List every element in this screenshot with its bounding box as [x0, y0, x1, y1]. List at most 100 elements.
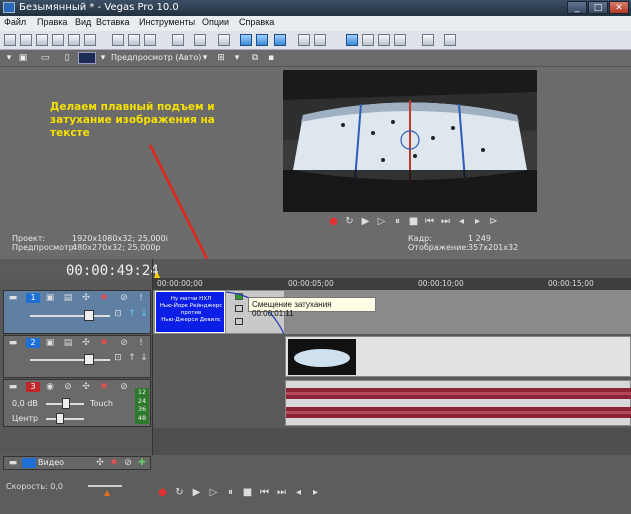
gear-icon[interactable]: ✹ [98, 293, 110, 303]
next-frame-icon[interactable]: ▸ [472, 216, 483, 227]
preview-fx-icon[interactable] [78, 52, 96, 64]
prev-frame-icon[interactable]: ◂ [456, 216, 467, 227]
track-fx-icon[interactable]: ✣ [80, 338, 92, 348]
playhead-marker-icon[interactable]: ▲ [154, 270, 160, 279]
bottom-stop-icon[interactable]: ■ [242, 487, 253, 498]
compositing-icon[interactable]: ▤ [62, 293, 74, 303]
level-slider-thumb[interactable] [84, 310, 94, 321]
track-motion-icon[interactable]: ▣ [44, 338, 56, 348]
volume-slider-thumb[interactable] [62, 398, 70, 409]
help-icon[interactable] [444, 34, 456, 46]
invert-phase-icon[interactable]: ⊘ [62, 382, 74, 392]
track-header-3[interactable]: ▬ 3 ◉ ⊘ ✣ ✹ ⊘ 0,0 dB Touch Центр 12 24 3… [3, 379, 151, 427]
pan-slider[interactable] [46, 418, 84, 420]
save-snapshot-icon[interactable]: ▪ [266, 53, 276, 63]
play-icon[interactable]: ▷ [376, 216, 387, 227]
bus-fx-icon[interactable]: ✣ [94, 458, 106, 468]
go-to-end-icon[interactable]: ⏭ [440, 216, 451, 227]
split-screen-icon[interactable]: ▯ [62, 53, 72, 63]
maximize-button[interactable]: □ [588, 1, 608, 14]
menu-edit[interactable]: Правка [37, 17, 67, 27]
track-fx-icon[interactable]: ✣ [80, 293, 92, 303]
next-marker-icon[interactable]: ⊳ [488, 216, 499, 227]
bus-solo-icon[interactable]: ✚ [136, 458, 148, 468]
mute-icon[interactable]: ⊘ [118, 293, 130, 303]
speed-slider-marker-icon[interactable]: ▲ [104, 488, 110, 497]
track-collapse-icon[interactable]: ▬ [7, 382, 19, 392]
arm-record-icon[interactable]: ◉ [44, 382, 56, 392]
preview-quality-chevron-icon[interactable]: ▾ [200, 53, 210, 63]
history-icon[interactable] [218, 34, 230, 46]
pause-icon[interactable]: ⏸ [392, 216, 403, 227]
track-fx-icon[interactable]: ✣ [80, 382, 92, 392]
normal-edit-tool-icon[interactable] [346, 34, 358, 46]
record-icon[interactable]: ● [328, 216, 339, 227]
zoom-tool-icon[interactable] [394, 34, 406, 46]
redo-icon[interactable] [194, 34, 206, 46]
bottom-go-to-start-icon[interactable]: ⏮ [259, 487, 270, 498]
open-icon[interactable] [20, 34, 32, 46]
parent-icon[interactable]: ⊡ [112, 353, 124, 363]
split-icon[interactable] [422, 34, 434, 46]
close-button[interactable]: ✕ [609, 1, 629, 14]
pin-icon[interactable]: ▾ [4, 53, 14, 63]
title-clip[interactable]: Ну матчи НХЛ Нью-Йорк Рейнджерс против Н… [155, 291, 225, 333]
new-icon[interactable] [4, 34, 16, 46]
make-compositing-child-icon[interactable]: ↑ [126, 309, 138, 319]
speed-slider[interactable] [88, 485, 122, 487]
paste-icon[interactable] [144, 34, 156, 46]
bottom-next-frame-icon[interactable]: ▸ [310, 487, 321, 498]
bottom-loop-icon[interactable]: ↻ [174, 487, 185, 498]
audio-clip[interactable] [285, 380, 631, 426]
external-monitor-icon[interactable]: ▭ [40, 53, 50, 63]
bottom-record-icon[interactable]: ● [157, 487, 168, 498]
ignore-grouping-icon[interactable] [314, 34, 326, 46]
track-collapse-icon[interactable]: ▬ [7, 293, 19, 303]
track-header-1[interactable]: ▬ 1 ▣ ▤ ✣ ✹ ⊘ ! ⊡ ↑ ↓ [3, 290, 151, 334]
track-level-slider[interactable] [30, 359, 110, 361]
ripple-edit-icon[interactable] [274, 34, 286, 46]
mute-icon[interactable]: ⊘ [118, 382, 130, 392]
track-collapse-icon[interactable]: ▬ [7, 338, 19, 348]
preview-quality-dropdown-icon[interactable]: ▾ [98, 53, 108, 63]
save-icon[interactable] [36, 34, 48, 46]
cut-icon[interactable] [112, 34, 124, 46]
snap-icon[interactable] [240, 34, 252, 46]
project-properties-icon[interactable]: ▣ [18, 53, 28, 63]
track-lane-1[interactable]: Ну матчи НХЛ Нью-Йорк Рейнджерс против Н… [153, 290, 631, 334]
go-to-start-icon[interactable]: ⏮ [424, 216, 435, 227]
selection-tool-icon[interactable] [378, 34, 390, 46]
time-ruler[interactable]: 00:00:00;00 00:00:05;00 00:00:10;00 00:0… [153, 278, 631, 290]
play-from-start-icon[interactable]: ▶ [360, 216, 371, 227]
save-as-icon[interactable] [52, 34, 64, 46]
master-bus-track[interactable]: ▬ Видео ✣ ✹ ⊘ ✚ [3, 456, 151, 470]
properties-icon[interactable] [84, 34, 96, 46]
preview-quality-select[interactable]: Предпросмотр (Авто) [111, 53, 201, 62]
solo-icon[interactable]: ! [135, 338, 147, 348]
envelope-tool-icon[interactable] [362, 34, 374, 46]
bus-mute-icon[interactable]: ⊘ [122, 458, 134, 468]
bottom-play-icon[interactable]: ▷ [208, 487, 219, 498]
stop-icon[interactable]: ■ [408, 216, 419, 227]
compositing-icon[interactable]: ▤ [62, 338, 74, 348]
lock-envelopes-icon[interactable] [298, 34, 310, 46]
track-lane-3[interactable] [153, 379, 631, 427]
gear-icon[interactable]: ✹ [98, 338, 110, 348]
track-motion-icon[interactable]: ▣ [44, 293, 56, 303]
minimize-button[interactable]: _ [567, 1, 587, 14]
mute-icon[interactable]: ⊘ [118, 338, 130, 348]
menu-help[interactable]: Справка [239, 17, 274, 27]
bottom-play-from-start-icon[interactable]: ▶ [191, 487, 202, 498]
make-compositing-parent-icon[interactable]: ↓ [138, 353, 150, 363]
copy-icon[interactable] [128, 34, 140, 46]
bus-collapse-icon[interactable]: ▬ [7, 458, 19, 468]
menu-view[interactable]: Вид [75, 17, 91, 27]
make-compositing-child-icon[interactable]: ↑ [126, 353, 138, 363]
menu-file[interactable]: Файл [4, 17, 26, 27]
timeline-empty-area[interactable] [153, 428, 631, 455]
video-clip[interactable] [285, 336, 631, 377]
bottom-pause-icon[interactable]: ⏸ [225, 487, 236, 498]
undo-icon[interactable] [172, 34, 184, 46]
solo-icon[interactable]: ! [135, 293, 147, 303]
track-lane-2[interactable] [153, 335, 631, 378]
